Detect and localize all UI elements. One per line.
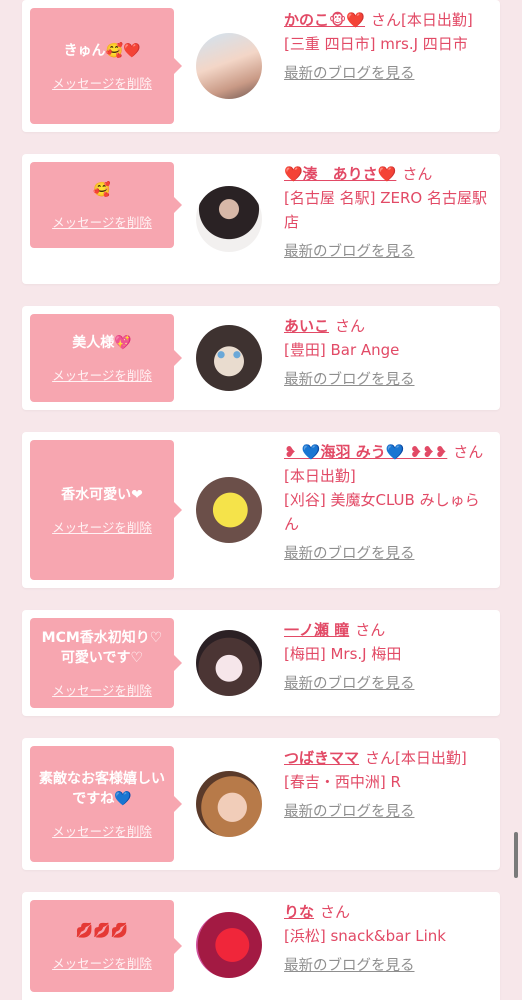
avatar[interactable] [196, 912, 262, 978]
message-bubble: 香水可愛い❤ メッセージを削除 [30, 440, 182, 580]
avatar[interactable] [196, 325, 262, 391]
cast-name-link[interactable]: ❥ 💙海羽 みう💙 ❥❥❥ [284, 443, 447, 461]
delete-message-link[interactable]: メッセージを削除 [52, 953, 152, 972]
message-bubble: 💋💋💋 メッセージを削除 [30, 900, 182, 992]
message-card: 💋💋💋 メッセージを削除 りな さん [浜松] snack&bar Link 最新… [22, 892, 500, 1000]
message-text: 素敵なお客様嬉しいですね💙 [39, 770, 165, 807]
message-text: 🥰 [93, 181, 111, 198]
avatar[interactable] [196, 630, 262, 696]
delete-message-link[interactable]: メッセージを削除 [52, 365, 152, 384]
cast-name-link[interactable]: かのこ🐵❤️ [284, 11, 365, 29]
honorific: さん [335, 317, 366, 335]
delete-message-link[interactable]: メッセージを削除 [52, 680, 152, 699]
shop-info: [刈谷] 美魔女CLUB みしゅらん [284, 491, 480, 533]
cast-name-link[interactable]: ❤️湊 ありさ❤️ [284, 165, 396, 183]
latest-blog-link[interactable]: 最新のブログを見る [284, 240, 494, 264]
shop-info: [梅田] Mrs.J 梅田 [284, 645, 402, 663]
message-bubble: MCM香水初知り♡ 可愛いです♡ メッセージを削除 [30, 618, 182, 708]
message-text: きゅん🥰❤️ [63, 42, 141, 59]
message-card: きゅん🥰❤️ メッセージを削除 かのこ🐵❤️ さん[本日出勤] [三重 四日市] … [22, 0, 500, 132]
message-card: 素敵なお客様嬉しいですね💙 メッセージを削除 つばきママ さん[本日出勤] [春吉… [22, 738, 500, 870]
message-card: 🥰 メッセージを削除 ❤️湊 ありさ❤️ さん [名古屋 名駅] ZERO 名古屋… [22, 154, 500, 284]
cast-name-link[interactable]: つばきママ [284, 749, 359, 767]
latest-blog-link[interactable]: 最新のブログを見る [284, 542, 494, 566]
work-status: [本日出勤] [395, 749, 467, 767]
latest-blog-link[interactable]: 最新のブログを見る [284, 800, 494, 824]
message-text: 💋💋💋 [75, 922, 129, 939]
delete-message-link[interactable]: メッセージを削除 [52, 73, 152, 92]
shop-info: [三重 四日市] mrs.J 四日市 [284, 35, 468, 53]
message-bubble: 🥰 メッセージを削除 [30, 162, 182, 248]
cast-name-link[interactable]: りな [284, 903, 314, 921]
message-text: MCM香水初知り♡ 可愛いです♡ [41, 629, 163, 666]
delete-message-link[interactable]: メッセージを削除 [52, 821, 152, 840]
message-bubble: きゅん🥰❤️ メッセージを削除 [30, 8, 182, 124]
latest-blog-link[interactable]: 最新のブログを見る [284, 672, 494, 696]
delete-message-link[interactable]: メッセージを削除 [52, 212, 152, 231]
message-bubble: 美人様💖 メッセージを削除 [30, 314, 182, 402]
avatar[interactable] [196, 771, 262, 837]
shop-info: [名古屋 名駅] ZERO 名古屋駅店 [284, 189, 487, 231]
honorific: さん [355, 621, 386, 639]
latest-blog-link[interactable]: 最新のブログを見る [284, 368, 494, 392]
avatar[interactable] [196, 477, 262, 543]
work-status: [本日出勤] [284, 467, 356, 485]
message-card: 美人様💖 メッセージを削除 あいこ さん [豊田] Bar Ange 最新のブログ… [22, 306, 500, 410]
message-text: 香水可愛い❤ [61, 486, 143, 503]
message-bubble: 素敵なお客様嬉しいですね💙 メッセージを削除 [30, 746, 182, 862]
delete-message-link[interactable]: メッセージを削除 [52, 517, 152, 536]
latest-blog-link[interactable]: 最新のブログを見る [284, 954, 494, 978]
avatar[interactable] [196, 186, 262, 252]
latest-blog-link[interactable]: 最新のブログを見る [284, 62, 494, 86]
message-card: 香水可愛い❤ メッセージを削除 ❥ 💙海羽 みう💙 ❥❥❥ さん [本日出勤] [刈… [22, 432, 500, 588]
shop-info: [豊田] Bar Ange [284, 341, 400, 359]
work-status: [本日出勤] [401, 11, 473, 29]
honorific: さん [453, 443, 484, 461]
honorific: さん [402, 165, 433, 183]
honorific: さん [320, 903, 351, 921]
honorific: さん [371, 11, 402, 29]
cast-name-link[interactable]: 一ノ瀬 瞳 [284, 621, 349, 639]
message-text: 美人様💖 [72, 334, 132, 351]
shop-info: [浜松] snack&bar Link [284, 927, 446, 945]
honorific: さん [365, 749, 396, 767]
message-card: MCM香水初知り♡ 可愛いです♡ メッセージを削除 一ノ瀬 瞳さん [梅田] M… [22, 610, 500, 716]
scrollbar-thumb[interactable] [514, 832, 518, 878]
shop-info: [春吉・西中洲] R [284, 773, 401, 791]
cast-name-link[interactable]: あいこ [284, 317, 329, 335]
avatar[interactable] [196, 33, 262, 99]
